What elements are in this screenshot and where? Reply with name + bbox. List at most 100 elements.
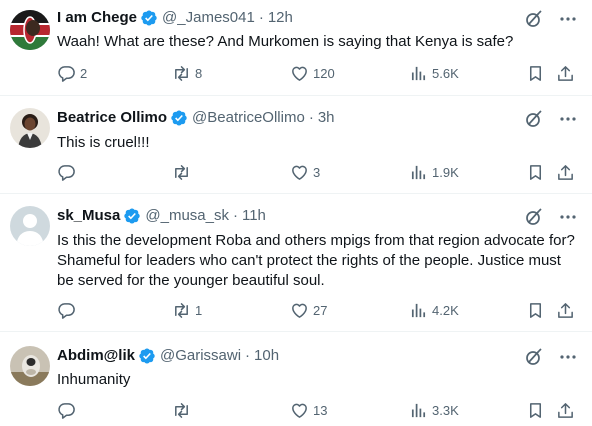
like-count: 3 [313,165,321,180]
user-handle[interactable]: @Garissawi [160,346,241,366]
timestamp[interactable]: 12h [268,8,293,28]
bookmark-icon [529,165,542,180]
display-name[interactable]: sk_Musa [57,206,120,226]
share-button[interactable] [556,301,575,320]
retweet-button[interactable] [172,163,195,182]
like-icon [292,303,307,318]
share-icon [558,165,573,180]
more-icon[interactable] [558,109,578,129]
like-button[interactable]: 27 [290,301,327,320]
retweet-icon [175,303,188,318]
avatar[interactable] [10,108,50,148]
bookmark-icon [529,403,542,418]
avatar[interactable] [10,346,50,386]
timestamp[interactable]: 10h [254,346,279,366]
bookmark-button[interactable] [526,64,545,83]
display-name[interactable]: Abdim@lik [57,346,135,366]
reply-icon [58,66,75,82]
reply-count: 2 [80,66,88,81]
like-count: 120 [313,66,335,81]
views-icon [411,165,426,180]
retweet-count: 8 [195,66,203,81]
share-button[interactable] [556,401,575,420]
reply-icon [58,165,75,181]
views-button[interactable]: 1.9K [409,163,459,182]
user-handle[interactable]: @BeatriceOllimo [192,108,305,128]
views-icon [411,403,426,418]
grok-icon[interactable] [524,207,544,227]
separator: · [258,9,264,26]
bookmark-icon [529,303,542,318]
like-button[interactable]: 3 [290,163,320,182]
retweet-icon [175,165,188,180]
separator: · [308,109,314,126]
timestamp[interactable]: 3h [318,108,335,128]
grok-icon[interactable] [524,9,544,29]
grok-icon[interactable] [524,109,544,129]
share-icon [558,403,573,418]
separator: · [232,207,238,224]
verified-badge-icon [123,207,141,225]
like-count: 13 [313,403,328,418]
views-button[interactable]: 4.2K [409,301,459,320]
bookmark-button[interactable] [526,301,545,320]
action-bar: 1 27 4.2K [57,301,577,321]
share-button[interactable] [556,64,575,83]
like-button[interactable]: 120 [290,64,335,83]
like-icon [292,165,307,180]
grok-icon[interactable] [524,347,544,367]
retweet-button[interactable]: 8 [172,64,202,83]
display-name[interactable]: Beatrice Ollimo [57,108,167,128]
action-bar: 2 8 120 5.6K [57,64,577,84]
separator: · [245,347,251,364]
timestamp[interactable]: 11h [242,206,266,226]
like-icon [292,403,307,418]
retweet-icon [175,66,188,81]
reply-button[interactable]: 2 [57,64,87,83]
reply-button[interactable] [57,401,80,420]
avatar[interactable] [10,206,50,246]
bookmark-button[interactable] [526,401,545,420]
display-name[interactable]: I am Chege [57,8,137,28]
share-button[interactable] [556,163,575,182]
avatar[interactable] [10,10,50,50]
tweet-text: Inhumanity [57,371,131,388]
view-count: 4.2K [432,303,459,318]
share-icon [558,66,573,81]
bookmark-button[interactable] [526,163,545,182]
tweet-text: This is cruel!!! [57,134,150,151]
views-icon [411,303,426,318]
like-count: 27 [313,303,328,318]
verified-badge-icon [138,347,156,365]
views-button[interactable]: 5.6K [409,64,459,83]
tweet-text: Is this the development Roba and others … [57,232,575,289]
verified-badge-icon [170,109,188,127]
retweet-icon [175,403,188,418]
view-count: 1.9K [432,165,459,180]
action-bar: 3 1.9K [57,163,577,183]
user-handle[interactable]: @_James041 [162,8,255,28]
more-icon[interactable] [558,347,578,367]
reply-icon [58,303,75,319]
user-handle[interactable]: @_musa_sk [145,206,229,226]
more-icon[interactable] [558,207,578,227]
reply-button[interactable] [57,163,80,182]
reply-tweet[interactable]: I am Chege @_James041 · 12h Waah! What a… [0,0,592,96]
retweet-count: 1 [195,303,203,318]
retweet-button[interactable]: 1 [172,301,202,320]
more-icon[interactable] [558,9,578,29]
view-count: 5.6K [432,66,459,81]
like-icon [292,66,307,81]
share-icon [558,303,573,318]
like-button[interactable]: 13 [290,401,327,420]
verified-badge-icon [140,9,158,27]
action-bar: 13 3.3K [57,401,577,421]
reply-tweet[interactable]: Beatrice Ollimo @BeatriceOllimo · 3h Thi… [0,96,592,194]
view-count: 3.3K [432,403,459,418]
reply-tweet[interactable]: Abdim@lik @Garissawi · 10h Inhumanity 13… [0,332,592,426]
retweet-button[interactable] [172,401,195,420]
views-button[interactable]: 3.3K [409,401,459,420]
reply-icon [58,403,75,419]
reply-button[interactable] [57,301,80,320]
reply-tweet[interactable]: sk_Musa @_musa_sk · 11h Is this the deve… [0,194,592,332]
